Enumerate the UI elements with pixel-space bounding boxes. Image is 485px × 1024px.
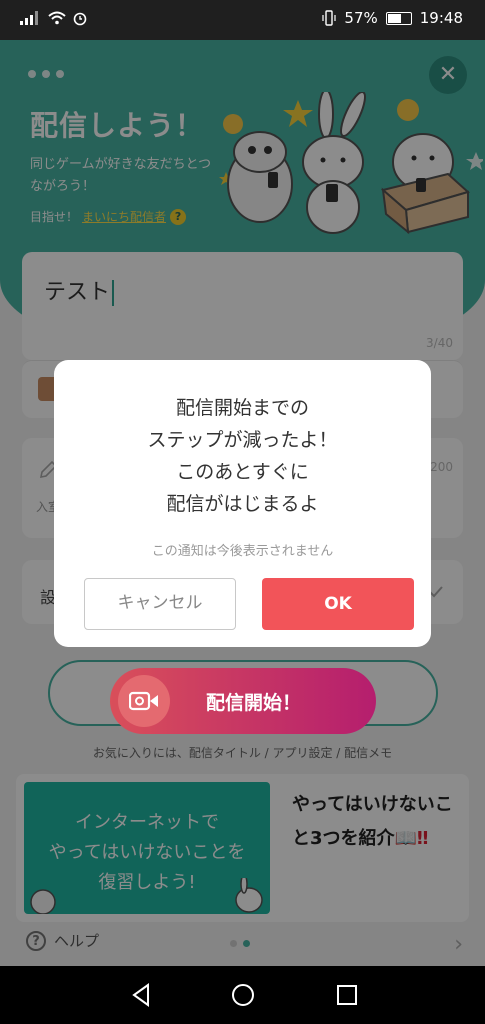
vibrate-icon [322,10,337,26]
navigation-bar [0,966,485,1024]
confirm-dialog: 配信開始までの ステップが減ったよ！ このあとすぐに 配信がはじまるよ この通知… [54,360,431,647]
start-broadcast-button[interactable]: 配信開始！ [110,668,376,734]
back-icon[interactable] [128,982,154,1008]
dialog-line4: 配信がはじまるよ [166,493,319,515]
dialog-message: 配信開始までの ステップが減ったよ！ このあとすぐに 配信がはじまるよ [54,392,431,520]
home-icon[interactable] [230,982,256,1008]
battery-icon [385,11,412,25]
dialog-line2: ステップが減ったよ！ [147,429,338,451]
alarm-icon [73,12,87,26]
status-bar: 57% 19:48 [0,0,485,40]
wifi-icon [48,11,66,25]
clock: 19:48 [419,9,463,27]
recents-icon[interactable] [334,982,360,1008]
start-broadcast-label: 配信開始！ [206,691,302,714]
ok-button[interactable]: OK [262,578,414,630]
dialog-line3: このあとすぐに [176,461,309,483]
cancel-button[interactable]: キャンセル [84,578,236,630]
battery-percent: 57% [344,9,378,27]
dialog-note: この通知は今後表示されません [151,544,334,559]
signal-icon [20,11,42,25]
video-camera-icon [118,675,170,727]
dialog-line1: 配信開始までの [175,397,309,419]
